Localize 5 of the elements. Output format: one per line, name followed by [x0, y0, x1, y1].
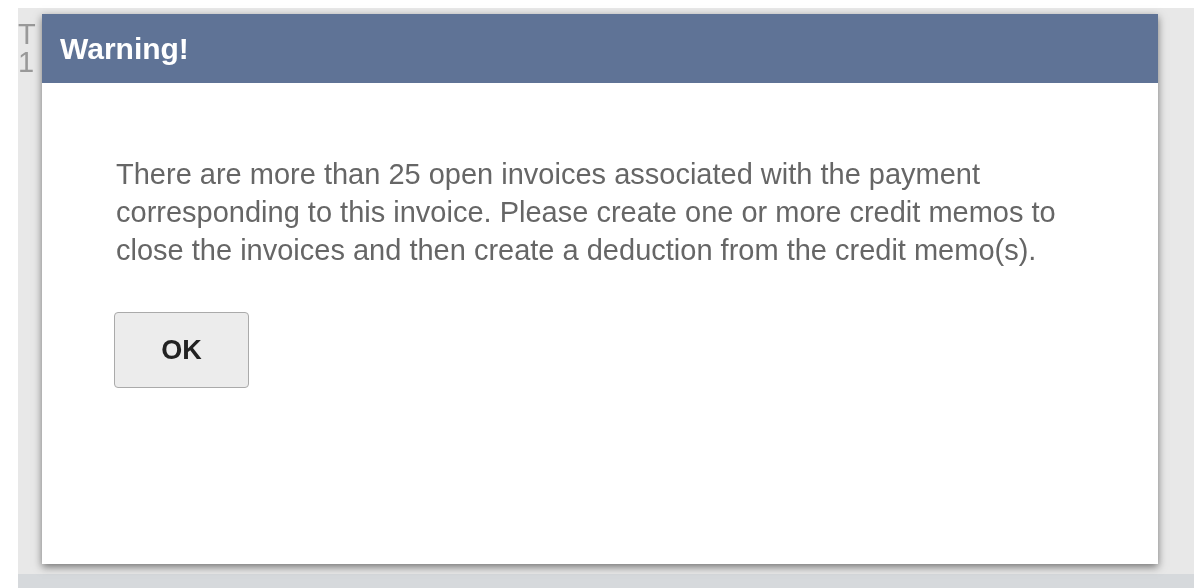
- background-text: 1: [18, 48, 35, 77]
- background-text: T: [18, 20, 36, 49]
- dialog-title: Warning!: [60, 31, 189, 67]
- ok-button[interactable]: OK: [114, 312, 249, 388]
- dialog-message: There are more than 25 open invoices associated with the payment corresponding to this invoice. Please create one or more credit memos to close the invoices and then create a deduction from the credit memo(s).: [116, 157, 1057, 268]
